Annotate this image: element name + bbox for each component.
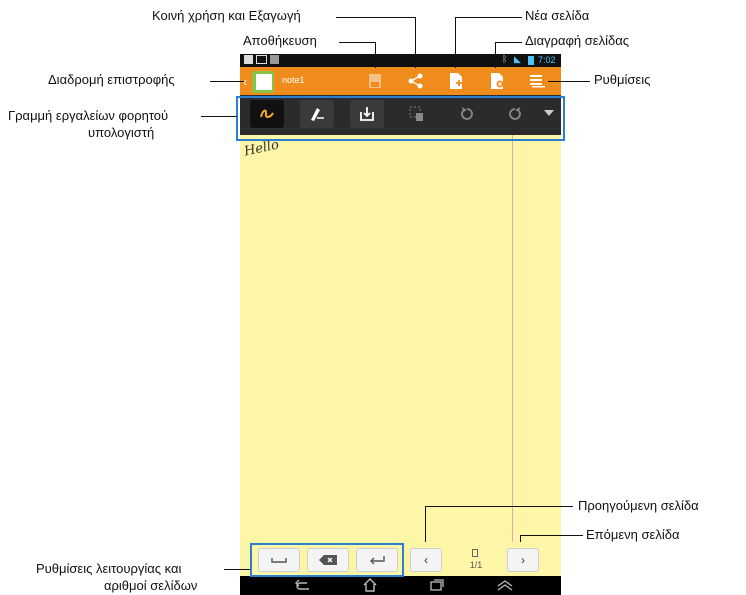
back-nav-icon[interactable] (295, 579, 311, 591)
recent-apps-nav-icon[interactable] (430, 579, 444, 591)
notepad-icon (256, 74, 272, 90)
menu-icon (530, 75, 545, 88)
settings-button[interactable] (527, 71, 549, 91)
callout-line-mode (224, 569, 250, 570)
save-label: Αποθήκευση (243, 33, 317, 48)
callout-line-save (339, 42, 376, 43)
callout-line-back (210, 81, 244, 82)
new-page-button[interactable] (445, 71, 467, 91)
prev-page-label: Προηγούμενη σελίδα (578, 498, 699, 513)
callout-line-newpage-v (455, 17, 456, 68)
share-button[interactable] (405, 71, 427, 91)
delete-page-button[interactable] (486, 71, 508, 91)
system-nav-bar (240, 576, 561, 595)
callout-line-next-v (520, 535, 521, 542)
callout-line-prev (425, 506, 573, 507)
settings-label: Ρυθμίσεις (594, 72, 651, 87)
callout-line-settings (548, 81, 590, 82)
callout-line-share-v (415, 17, 416, 68)
note-title: note1 (282, 75, 305, 85)
save-icon (369, 74, 381, 88)
callout-line-next (520, 535, 583, 536)
page-indicator: 1/1 (462, 549, 490, 573)
callout-line-share (336, 17, 416, 18)
page-number: 1/1 (469, 560, 483, 570)
share-icon (408, 73, 423, 89)
new-page-icon (450, 73, 462, 89)
gmail-notification-icon (256, 55, 267, 64)
share-export-label: Κοινή χρήση και Εξαγωγή (152, 8, 301, 23)
clock-text: 7:02 (538, 55, 556, 65)
mode-settings-highlight-box (250, 543, 404, 577)
app-notification-icon (270, 55, 279, 64)
toolbar-label-line1: Γραμμή εργαλείων φορητού (8, 108, 169, 123)
callout-line-delete-v (495, 42, 496, 68)
chevron-left-icon: ‹ (243, 75, 247, 89)
page-icon (472, 549, 478, 557)
picture-notification-icon (244, 55, 253, 64)
back-label: Διαδρομή επιστροφής (48, 72, 175, 87)
save-button[interactable] (364, 71, 386, 91)
home-nav-icon[interactable] (362, 578, 378, 592)
next-page-button[interactable]: › (507, 548, 539, 572)
callout-line-delete (495, 42, 522, 43)
delete-page-label: Διαγραφή σελίδας (525, 33, 629, 48)
status-bar: ᛒ ◣ 7:02 (240, 54, 561, 67)
callout-line-prev-v (425, 506, 426, 542)
battery-icon (528, 56, 534, 65)
chevron-left-icon: ‹ (424, 553, 428, 567)
delete-page-icon (491, 73, 504, 89)
toolbar-highlight-box (236, 96, 565, 141)
action-bar: ‹ note1 (240, 67, 561, 95)
new-page-label: Νέα σελίδα (525, 8, 590, 23)
mode-settings-label-line1: Ρυθμίσεις λειτουργίας και (36, 561, 182, 576)
next-page-label: Επόμενη σελίδα (586, 527, 680, 542)
callout-line-save-v (375, 42, 376, 68)
chevron-right-icon: › (521, 553, 525, 567)
chevron-up-nav-icon[interactable] (496, 580, 514, 591)
mode-settings-label-line2: αριθμοί σελίδων (104, 578, 198, 593)
back-button[interactable]: ‹ (243, 70, 279, 94)
previous-page-button[interactable]: ‹ (410, 548, 442, 572)
callout-line-toolbar (201, 116, 237, 117)
bluetooth-icon: ᛒ (502, 54, 508, 64)
toolbar-label-line2: υπολογιστή (88, 125, 155, 140)
callout-line-newpage (455, 17, 522, 18)
wifi-icon: ◣ (514, 54, 521, 64)
page-margin-line (512, 135, 513, 542)
